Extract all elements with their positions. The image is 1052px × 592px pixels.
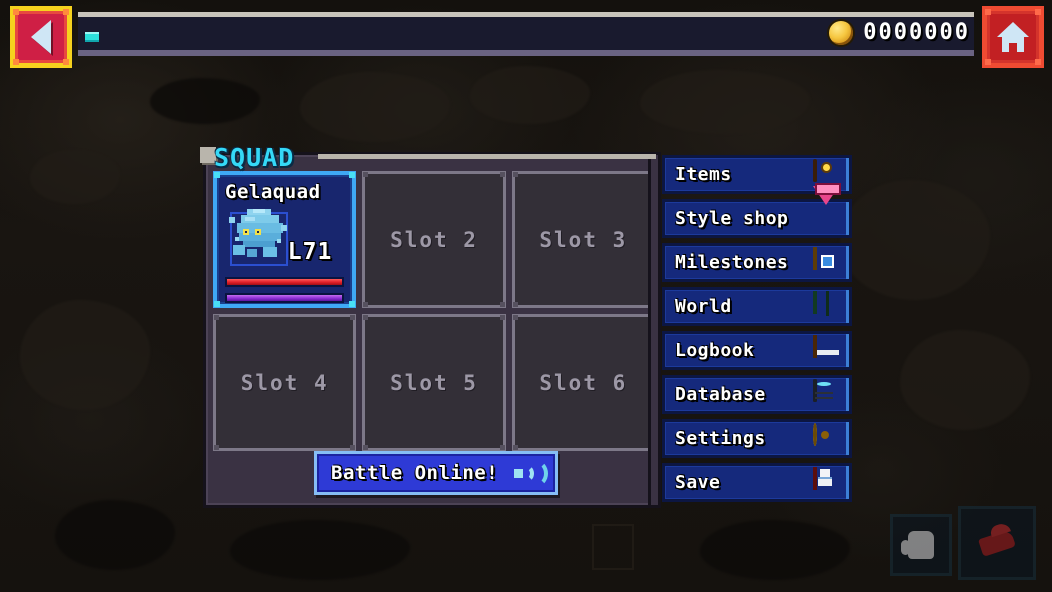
server-database-icon <box>813 378 841 409</box>
cave-rock <box>900 330 1030 430</box>
pink-gem-icon <box>813 185 841 233</box>
menu-item-label: Style shop <box>675 208 789 229</box>
game-screen: 0000000 SQUAD Gelaquad L71 Slot 2 Slot 3… <box>0 0 1052 592</box>
cave-rock <box>640 70 810 134</box>
squad-slot-2[interactable]: Slot 2 <box>362 171 506 308</box>
cave-rock <box>230 520 410 580</box>
orange-book-icon <box>813 334 841 365</box>
back-arrow-icon <box>31 20 51 54</box>
menu-item-label: Database <box>675 384 766 405</box>
cave-rock <box>470 66 590 124</box>
cave-rock <box>55 500 175 570</box>
currency-display: 0000000 <box>829 20 970 45</box>
floppy-disk-icon <box>813 466 841 497</box>
squad-slot-6[interactable]: Slot 6 <box>511 314 655 451</box>
cave-rock <box>20 300 150 410</box>
squad-slot-1[interactable]: Gelaquad L71 <box>213 171 357 308</box>
hp-bar <box>225 277 345 287</box>
battle-online-label: Battle Online! <box>331 462 499 484</box>
squad-panel-title: SQUAD <box>214 143 295 172</box>
home-button[interactable] <box>982 6 1044 68</box>
slot-label: Slot 3 <box>539 227 628 252</box>
cave-rock <box>700 520 850 580</box>
squad-slot-4[interactable]: Slot 4 <box>213 314 357 451</box>
world-map-icon <box>813 290 841 321</box>
status-indicator <box>85 32 99 42</box>
menu-item-label: Milestones <box>675 252 789 273</box>
cave-rock <box>150 78 260 124</box>
back-button[interactable] <box>10 6 72 68</box>
hand-icon <box>901 531 934 559</box>
cave-rock <box>300 72 450 142</box>
squad-slot-3[interactable]: Slot 3 <box>511 171 655 308</box>
menu-item-world[interactable]: World <box>662 287 852 326</box>
slot-label: Slot 6 <box>539 370 628 395</box>
squad-panel: Gelaquad L71 Slot 2 Slot 3 Slot 4 Slot 5… <box>200 147 659 508</box>
squad-slot-5[interactable]: Slot 5 <box>362 314 506 451</box>
wifi-broadcast-icon <box>513 460 548 487</box>
menu-item-logbook[interactable]: Logbook <box>662 331 852 370</box>
slot-label: Slot 5 <box>390 370 478 395</box>
creature-level: L71 <box>287 239 333 265</box>
main-menu: Items Style shop Milestones World Logboo… <box>662 155 852 502</box>
menu-item-database[interactable]: Database <box>662 375 852 414</box>
xp-bar <box>225 293 345 303</box>
grab-hand-button[interactable] <box>890 514 952 576</box>
menu-item-label: Save <box>675 472 721 493</box>
menu-item-style-shop[interactable]: Style shop <box>662 185 852 238</box>
creature-name: Gelaquad <box>225 181 321 203</box>
coin-amount: 0000000 <box>863 20 970 45</box>
gear-icon <box>813 422 841 453</box>
menu-item-label: Settings <box>675 428 766 449</box>
menu-item-save[interactable]: Save <box>662 463 852 502</box>
menu-item-label: Items <box>675 164 732 185</box>
menu-item-label: World <box>675 296 732 317</box>
title-rule <box>318 154 656 159</box>
slot-label: Slot 4 <box>240 370 329 395</box>
shoe-icon <box>978 529 1016 557</box>
background-tile <box>592 524 634 570</box>
creature-portrait-row: L71 <box>225 203 344 271</box>
home-icon <box>997 22 1029 52</box>
run-shoe-button[interactable] <box>958 506 1036 580</box>
cave-rock <box>840 180 990 300</box>
slot-label: Slot 2 <box>390 227 478 252</box>
menu-item-milestones[interactable]: Milestones <box>662 243 852 282</box>
coin-icon <box>829 20 854 45</box>
cave-rock <box>30 150 120 204</box>
menu-item-settings[interactable]: Settings <box>662 419 852 458</box>
menu-item-label: Logbook <box>675 340 755 361</box>
menu-rail <box>648 152 661 508</box>
gold-medal-icon <box>813 246 841 277</box>
top-hud-bar: 0000000 <box>0 0 1052 68</box>
squad-slot-grid: Gelaquad L71 Slot 2 Slot 3 Slot 4 Slot 5… <box>213 171 655 451</box>
battle-online-button[interactable]: Battle Online! <box>314 451 558 495</box>
